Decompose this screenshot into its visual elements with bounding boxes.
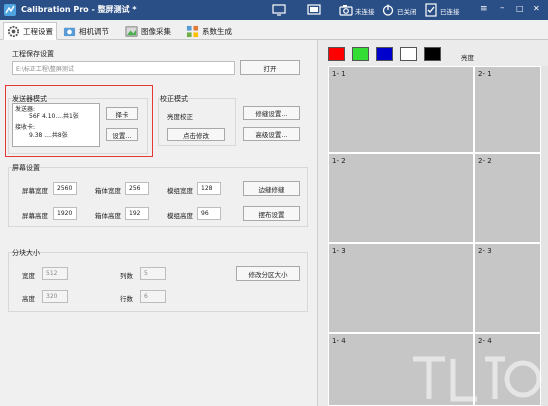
- block-cell[interactable]: 1- 1: [328, 66, 474, 153]
- advanced-settings-button[interactable]: 高级设置...: [243, 127, 300, 141]
- tab-coefficient-gen[interactable]: 系数生成: [186, 23, 232, 39]
- coefficient-icon: [186, 25, 199, 37]
- block-cell[interactable]: 2- 1: [474, 66, 541, 153]
- menu-icon[interactable]: ≡: [480, 4, 488, 14]
- block-cell[interactable]: 2- 2: [474, 153, 541, 243]
- screen-settings-title: 屏幕设置: [12, 164, 40, 172]
- color-swatch-blue[interactable]: [376, 47, 393, 61]
- project-save-title: 工程保存设置: [12, 50, 54, 58]
- block-height-label: 高度: [22, 295, 35, 303]
- power-icon[interactable]: [381, 3, 395, 17]
- layout-settings-button[interactable]: 摆布设置: [243, 206, 300, 221]
- title-bar: Calibration Pro - 整屏测试 * 未连接 已关闭 已连接 ≡ –…: [0, 0, 548, 20]
- open-button[interactable]: 打开: [240, 60, 300, 75]
- block-size-title: 分块大小: [12, 249, 40, 257]
- watermark-logo-icon: [413, 356, 542, 402]
- color-swatch-red[interactable]: [328, 47, 345, 61]
- connection-status: 已连接: [440, 8, 460, 16]
- block-cell[interactable]: 1- 3: [328, 243, 474, 333]
- box-height-label: 箱体高度: [95, 212, 121, 220]
- color-swatch-green[interactable]: [352, 47, 369, 61]
- click-modify-button[interactable]: 点击修改: [167, 128, 225, 141]
- module-height-input[interactable]: 96: [197, 207, 221, 220]
- screen-width-label: 屏幕宽度: [22, 187, 48, 195]
- brightness-label: 亮度: [461, 54, 474, 62]
- close-icon[interactable]: ✕: [533, 4, 540, 13]
- rows-input[interactable]: 6: [140, 290, 166, 303]
- minimize-icon[interactable]: –: [500, 3, 505, 13]
- block-size-group: [8, 252, 308, 312]
- block-width-label: 宽度: [22, 272, 35, 280]
- tab-image-capture[interactable]: 图像采集: [125, 23, 171, 39]
- project-path-field[interactable]: E:\标正工程\整屏测试: [12, 61, 235, 75]
- color-swatch-white[interactable]: [400, 47, 417, 61]
- maximize-icon[interactable]: □: [516, 4, 524, 13]
- display-icon[interactable]: [307, 3, 321, 17]
- sender-mode-highlight: [5, 85, 153, 157]
- box-width-label: 箱体宽度: [95, 187, 121, 195]
- cols-input[interactable]: 5: [140, 267, 166, 280]
- camera-icon[interactable]: [339, 3, 353, 17]
- block-width-input[interactable]: 512: [42, 267, 68, 280]
- block-cell[interactable]: 1- 2: [328, 153, 474, 243]
- image-capture-icon: [125, 25, 138, 37]
- camera-status: 未连接: [355, 8, 375, 16]
- modify-block-size-button[interactable]: 修改分区大小: [236, 266, 300, 281]
- box-width-input[interactable]: 256: [125, 182, 149, 195]
- calibration-mode-value: 亮度校正: [167, 113, 193, 121]
- box-height-input[interactable]: 192: [125, 207, 149, 220]
- block-cell[interactable]: 2- 3: [474, 243, 541, 333]
- power-status: 已关闭: [397, 8, 417, 16]
- gear-icon: [7, 25, 20, 37]
- color-swatch-black[interactable]: [424, 47, 441, 61]
- tab-camera-adjust[interactable]: 相机调节: [63, 23, 109, 39]
- tab-project-settings[interactable]: 工程设置: [3, 22, 57, 40]
- link-icon[interactable]: [424, 3, 438, 17]
- module-width-input[interactable]: 128: [197, 182, 221, 195]
- module-width-label: 模组宽度: [167, 187, 193, 195]
- tab-bar: 工程设置 相机调节 图像采集 系数生成: [0, 20, 548, 40]
- camera-adjust-icon: [63, 27, 76, 36]
- cols-label: 列数: [120, 272, 133, 280]
- edge-seam-button[interactable]: 边缝修缝: [243, 181, 300, 196]
- window-title: Calibration Pro - 整屏测试 *: [21, 5, 137, 14]
- screen-height-input[interactable]: 1920: [53, 207, 77, 220]
- repair-settings-button[interactable]: 修缝设置...: [243, 106, 300, 120]
- screen-height-label: 屏幕高度: [22, 212, 48, 220]
- block-height-input[interactable]: 320: [42, 290, 68, 303]
- app-logo-icon: [4, 4, 16, 16]
- module-height-label: 模组高度: [167, 212, 193, 220]
- screen-width-input[interactable]: 2560: [53, 182, 77, 195]
- rows-label: 行数: [120, 295, 133, 303]
- calibration-mode-title: 校正模式: [160, 95, 188, 103]
- monitor-icon[interactable]: [272, 3, 286, 17]
